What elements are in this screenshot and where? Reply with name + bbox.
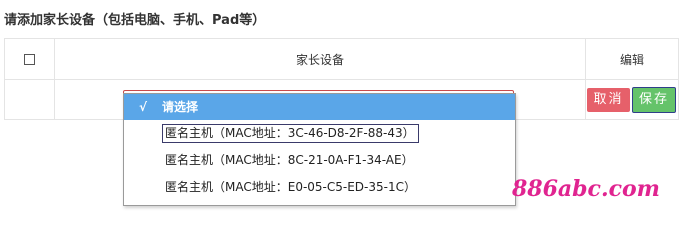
section-heading: 请添加家长设备（包括电脑、手机、Pad等） [4,13,266,28]
table-header-row: 家长设备 编辑 [4,38,679,80]
checkmark-icon: √ [139,100,148,114]
dropdown-option-label: 匿名主机（MAC地址：E0-05-C5-ED-35-1C） [165,180,416,194]
device-dropdown-list: √ 请选择 匿名主机（MAC地址：3C-46-D8-2F-88-43） 匿名主机… [123,93,516,206]
dropdown-option-host-2[interactable]: 匿名主机（MAC地址：8C-21-0A-F1-34-AE） [124,147,515,174]
row-check-cell [4,79,55,120]
dropdown-option-label: 匿名主机（MAC地址：3C-46-D8-2F-88-43） [162,124,419,143]
dropdown-option-label: 匿名主机（MAC地址：8C-21-0A-F1-34-AE） [165,153,414,167]
select-all-checkbox[interactable] [24,54,35,65]
select-all-header[interactable] [4,38,55,80]
dropdown-option-placeholder[interactable]: √ 请选择 [124,94,515,120]
dropdown-option-host-1[interactable]: 匿名主机（MAC地址：3C-46-D8-2F-88-43） [124,120,515,147]
column-header-edit: 编辑 [585,38,679,80]
dropdown-option-label: 请选择 [162,100,199,114]
dropdown-option-host-3[interactable]: 匿名主机（MAC地址：E0-05-C5-ED-35-1C） [124,174,515,201]
cancel-button[interactable]: 取消 [587,88,630,112]
column-header-parent-device: 家长设备 [54,38,586,80]
site-watermark: 886abc.com [512,176,660,202]
save-button[interactable]: 保存 [632,87,676,113]
add-parent-device-page: 请添加家长设备（包括电脑、手机、Pad等） 家长设备 编辑 √ 请选择 匿名主机… [0,0,684,210]
